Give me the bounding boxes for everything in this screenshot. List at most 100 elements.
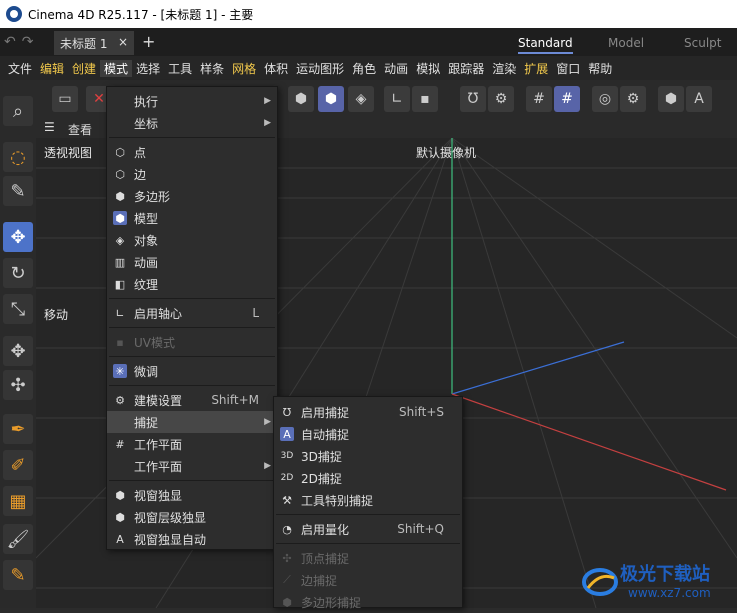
paint-brush-icon[interactable]: 🖌 bbox=[3, 524, 33, 554]
menu-item-workplane[interactable]: # 工作平面 bbox=[107, 433, 277, 455]
menu-item-quantize[interactable]: ◔ 启用量化 Shift+Q bbox=[274, 518, 462, 540]
spline-pen-icon[interactable]: ✒ bbox=[3, 414, 33, 444]
spline-tool-icon[interactable]: ✎ bbox=[3, 560, 33, 590]
menu-item-auto-snap[interactable]: A 自动捕捉 bbox=[274, 423, 462, 445]
polygon-mode-button-icon[interactable]: ⬢ bbox=[288, 86, 314, 112]
render-region-button-icon[interactable]: ◎ bbox=[592, 86, 618, 112]
menu-create[interactable]: 创建 bbox=[68, 60, 100, 77]
menu-item-enable-axis[interactable]: ∟ 启用轴心 L bbox=[107, 302, 277, 324]
menu-character[interactable]: 角色 bbox=[348, 60, 380, 77]
menu-mode[interactable]: 模式 bbox=[100, 59, 133, 77]
solo-auto-button-icon[interactable]: A bbox=[686, 86, 712, 112]
model-mode-icon: ⬢ bbox=[113, 211, 127, 225]
menu-item-modeling-settings[interactable]: ⚙ 建模设置 Shift+M bbox=[107, 389, 277, 411]
submenu-arrow-icon: ▶ bbox=[264, 461, 271, 471]
polygon-snap-icon: ⬢ bbox=[282, 595, 292, 609]
rotate-tool-icon[interactable]: ↻ bbox=[3, 258, 33, 288]
edge-snap-icon: ⟋ bbox=[283, 573, 291, 586]
menu-item-edge-snap: ⟋ 边捕捉 bbox=[274, 569, 462, 591]
menu-item-animation[interactable]: ▥ 动画 bbox=[107, 251, 277, 273]
menu-help[interactable]: 帮助 bbox=[584, 60, 616, 77]
menu-spline[interactable]: 样条 bbox=[196, 60, 228, 77]
search-icon[interactable]: ⌕ bbox=[3, 96, 33, 126]
viewport-solo-button-icon[interactable]: ▪ bbox=[412, 86, 438, 112]
menu-render[interactable]: 渲染 bbox=[488, 60, 520, 77]
selection-tool-icon[interactable]: ◌ bbox=[3, 142, 33, 172]
watermark-logo: 极光下载站 www.xz7.com bbox=[580, 556, 737, 608]
menu-window[interactable]: 窗口 bbox=[552, 60, 584, 77]
move-tool-icon[interactable]: ✥ bbox=[3, 222, 33, 252]
menu-item-model[interactable]: ⬢ 模型 bbox=[107, 207, 277, 229]
undo-redo-icon[interactable]: ↶↷ bbox=[4, 34, 39, 50]
add-tab-button[interactable]: + bbox=[142, 32, 155, 51]
menu-item-snap-2d[interactable]: 2D 2D捕捉 bbox=[274, 467, 462, 489]
menu-animate[interactable]: 动画 bbox=[380, 60, 412, 77]
scale-tool-icon[interactable]: ⤡ bbox=[3, 294, 33, 324]
watermark-swirl-icon bbox=[582, 568, 618, 596]
menu-item-vertex-snap: ✣ 顶点捕捉 bbox=[274, 547, 462, 569]
close-tab-icon[interactable]: × bbox=[118, 35, 128, 49]
menu-item-snap-3d[interactable]: 3D 3D捕捉 bbox=[274, 445, 462, 467]
axis-mode-button-icon[interactable]: ∟ bbox=[384, 86, 410, 112]
texture-mode-button-icon[interactable]: ◈ bbox=[348, 86, 374, 112]
menu-item-edge[interactable]: ⬡ 边 bbox=[107, 163, 277, 185]
viewport-menu-view[interactable]: 查看 bbox=[68, 121, 92, 138]
menu-mesh[interactable]: 网格 bbox=[228, 60, 260, 77]
menu-item-coordinates[interactable]: 坐标 ▶ bbox=[107, 112, 277, 134]
solo-button-icon[interactable]: ⬢ bbox=[658, 86, 684, 112]
menu-item-enable-snap[interactable]: Ʊ 启用捕捉 Shift+S bbox=[274, 401, 462, 423]
transform-tool-icon[interactable]: ✣ bbox=[3, 370, 33, 400]
layout-model[interactable]: Model bbox=[608, 36, 644, 50]
menu-item-tool-snap[interactable]: ⚒ 工具特别捕捉 bbox=[274, 489, 462, 511]
menu-item-polygon[interactable]: ⬢ 多边形 bbox=[107, 185, 277, 207]
menu-item-point[interactable]: ⬡ 点 bbox=[107, 141, 277, 163]
workplane-align-button-icon[interactable]: # bbox=[554, 86, 580, 112]
menu-item-label: 执行 bbox=[134, 94, 159, 109]
menu-separator bbox=[109, 137, 275, 138]
menu-item-label: 工具特别捕捉 bbox=[301, 493, 374, 508]
texture-mode-icon: ◧ bbox=[114, 277, 126, 291]
cube-primitive-icon[interactable]: ▦ bbox=[3, 486, 33, 516]
menu-volume[interactable]: 体积 bbox=[260, 60, 292, 77]
snap-magnet-button-icon[interactable]: Ʊ bbox=[460, 86, 486, 112]
menu-item-viewport-solo[interactable]: ⬢ 视窗独显 bbox=[107, 484, 277, 506]
menu-item-label: 顶点捕捉 bbox=[301, 551, 350, 566]
menu-separator bbox=[109, 356, 275, 357]
cinema4d-logo-icon bbox=[6, 6, 22, 22]
transfer-tool-icon[interactable]: ✥ bbox=[3, 336, 33, 366]
menu-item-viewport-solo-hierarchy[interactable]: ⬢ 视窗层级独显 bbox=[107, 506, 277, 528]
document-tab[interactable]: 未标题 1 × bbox=[54, 31, 134, 55]
snap-settings-button-icon[interactable]: ⚙ bbox=[488, 86, 514, 112]
live-selection-icon[interactable]: ✎ bbox=[3, 176, 33, 206]
menu-edit[interactable]: 编辑 bbox=[36, 60, 68, 77]
menu-separator bbox=[109, 327, 275, 328]
layout-standard[interactable]: Standard bbox=[518, 36, 573, 54]
menu-item-execute[interactable]: 执行 ▶ bbox=[107, 90, 277, 112]
workplane-button-icon[interactable]: # bbox=[526, 86, 552, 112]
menu-item-label: 模型 bbox=[134, 211, 159, 226]
layout-sculpt[interactable]: Sculpt bbox=[684, 36, 721, 50]
solo-hierarchy-icon: ⬢ bbox=[115, 510, 125, 524]
menu-bar: 文件 编辑 创建 模式 选择 工具 样条 网格 体积 运动图形 角色 动画 模拟… bbox=[0, 56, 737, 80]
model-mode-button-icon[interactable]: ⬢ bbox=[318, 86, 344, 112]
menu-tracker[interactable]: 跟踪器 bbox=[444, 60, 488, 77]
menu-file[interactable]: 文件 bbox=[4, 60, 36, 77]
spline-sketch-icon[interactable]: ✐ bbox=[3, 450, 33, 480]
menu-item-workplane-submenu[interactable]: 工作平面 ▶ bbox=[107, 455, 277, 477]
menu-tools[interactable]: 工具 bbox=[164, 60, 196, 77]
object-manager-icon[interactable]: ▭ bbox=[52, 86, 78, 112]
menu-item-object[interactable]: ◈ 对象 bbox=[107, 229, 277, 251]
menu-item-texture[interactable]: ◧ 纹理 bbox=[107, 273, 277, 295]
menu-item-viewport-solo-auto[interactable]: A 视窗独显自动 bbox=[107, 528, 277, 550]
hamburger-icon[interactable]: ☰ bbox=[44, 120, 55, 134]
viewport-camera-name[interactable]: 默认摄像机 bbox=[416, 144, 476, 161]
menu-simulate[interactable]: 模拟 bbox=[412, 60, 444, 77]
render-settings-button-icon[interactable]: ⚙ bbox=[620, 86, 646, 112]
menu-item-snap[interactable]: 捕捉 ▶ bbox=[107, 411, 277, 433]
menu-item-tweak[interactable]: ✳ 微调 bbox=[107, 360, 277, 382]
menu-select[interactable]: 选择 bbox=[132, 60, 164, 77]
snap-3d-icon: 3D bbox=[280, 451, 294, 461]
menu-mograph[interactable]: 运动图形 bbox=[292, 60, 348, 77]
menu-extensions[interactable]: 扩展 bbox=[520, 60, 552, 77]
menu-item-shortcut: L bbox=[252, 306, 259, 320]
